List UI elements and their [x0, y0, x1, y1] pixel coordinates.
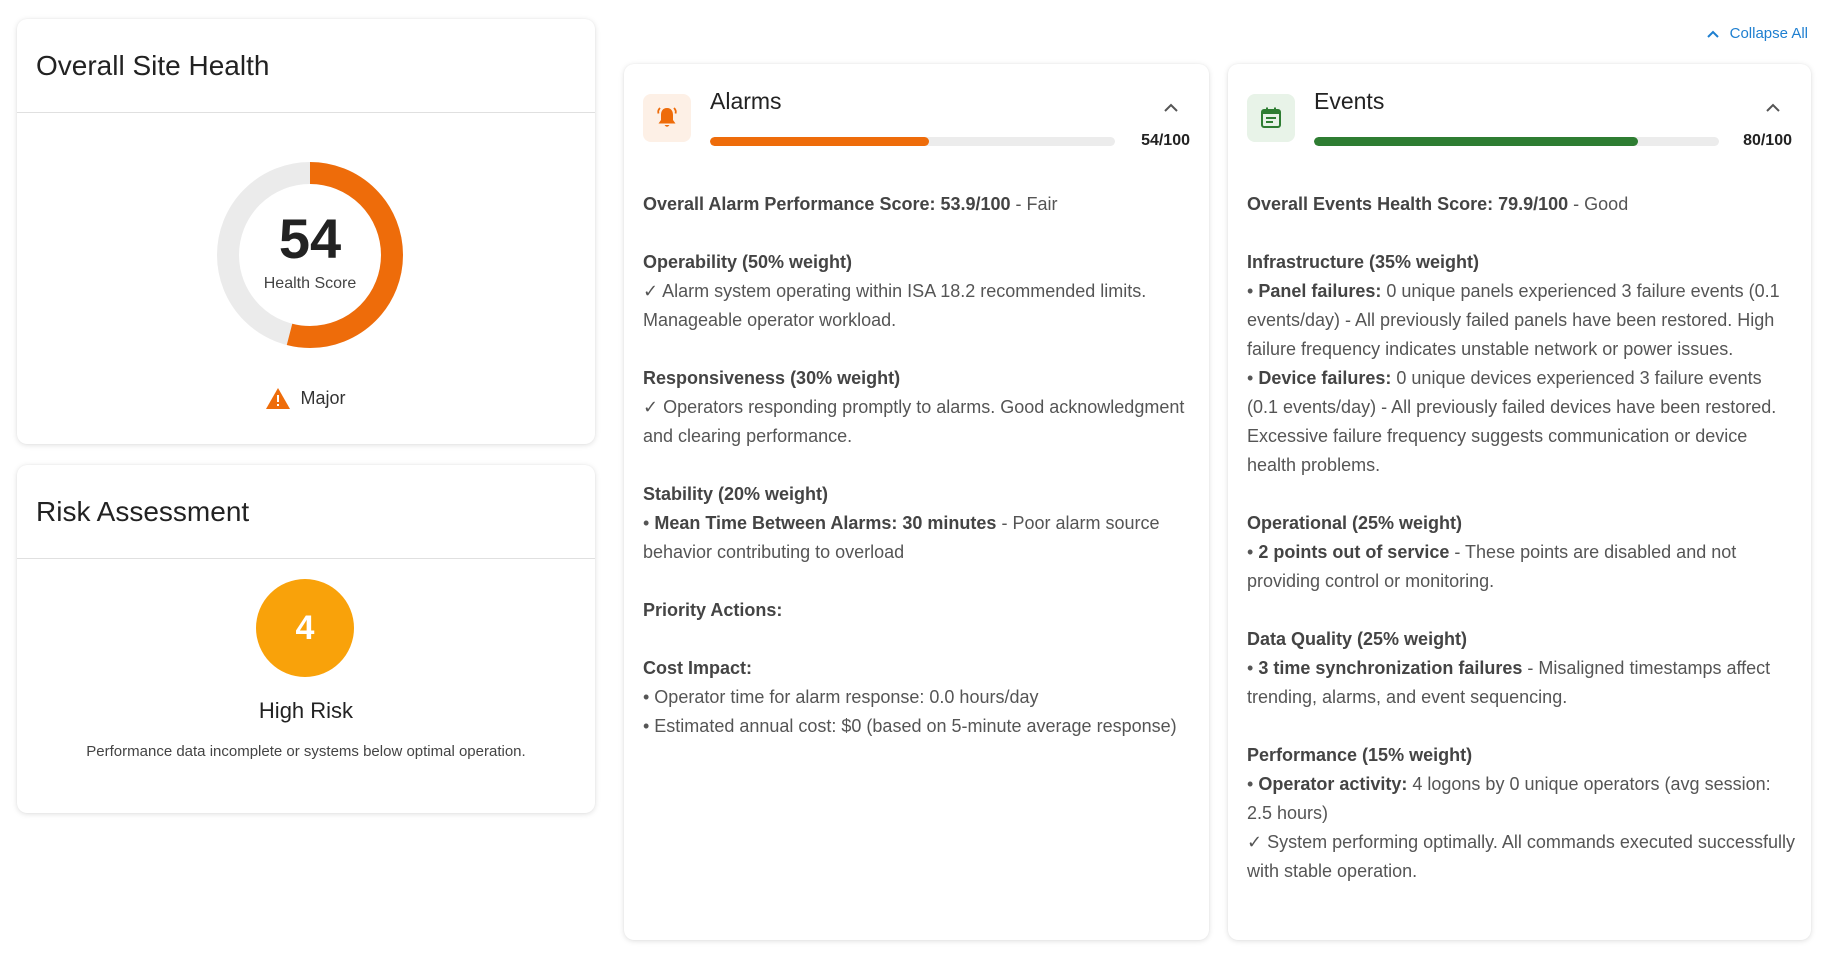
panel-failures-item: • Panel failures: 0 unique panels experi…: [1247, 281, 1780, 359]
cost-line-operator-time: • Operator time for alarm response: 0.0 …: [643, 687, 1039, 707]
alarms-progress-bar: [710, 137, 1115, 146]
risk-score-value: 4: [295, 608, 315, 647]
events-collapse-chevron-icon[interactable]: [1765, 101, 1781, 113]
events-icon-box: [1247, 94, 1295, 142]
performance-heading: Performance (15% weight): [1247, 745, 1473, 765]
stability-item: • Mean Time Between Alarms: 30 minutes -…: [643, 513, 1160, 562]
performance-status-text: ✓ System performing optimally. All comma…: [1247, 832, 1795, 881]
device-failures-item: • Device failures: 0 unique devices expe…: [1247, 368, 1777, 475]
operability-text: ✓ Alarm system operating within ISA 18.2…: [643, 281, 1147, 330]
time-sync-failures-item: • 3 time synchronization failures - Misa…: [1247, 658, 1771, 707]
collapse-all-label: Collapse All: [1729, 25, 1808, 42]
points-out-of-service-item: • 2 points out of service - These points…: [1247, 542, 1737, 591]
alarms-title: Alarms: [710, 88, 782, 114]
health-card-header: Overall Site Health: [17, 19, 595, 113]
events-summary: Overall Events Health Score: 79.9/100 - …: [1247, 194, 1629, 214]
data-quality-heading: Data Quality (25% weight): [1247, 629, 1468, 649]
risk-card-title: Risk Assessment: [36, 495, 250, 527]
health-card-title: Overall Site Health: [36, 49, 270, 81]
operator-activity-item: • Operator activity: 4 logons by 0 uniqu…: [1247, 774, 1771, 823]
bell-icon: [657, 107, 677, 127]
collapse-all-button[interactable]: Collapse All: [1706, 25, 1808, 42]
alarms-score: 54/100: [1141, 132, 1190, 149]
events-progress-bar: [1314, 137, 1719, 146]
responsiveness-text: ✓ Operators responding promptly to alarm…: [643, 397, 1185, 446]
alarms-summary: Overall Alarm Performance Score: 53.9/10…: [643, 194, 1058, 214]
operability-heading: Operability (50% weight): [643, 252, 853, 272]
events-progress-fill: [1314, 137, 1638, 146]
events-score: 80/100: [1743, 132, 1792, 149]
chevron-up-icon: [1706, 30, 1719, 38]
calendar-icon: [1261, 107, 1281, 128]
risk-assessment-card: Risk Assessment 4 High Risk Performance …: [17, 465, 595, 813]
events-card: Events 80/100 Overall Events Health Scor…: [1228, 64, 1811, 940]
infrastructure-heading: Infrastructure (35% weight): [1247, 252, 1480, 272]
events-title: Events: [1314, 88, 1385, 114]
responsiveness-heading: Responsiveness (30% weight): [643, 368, 901, 388]
cost-line-annual-cost: • Estimated annual cost: $0 (based on 5-…: [643, 716, 1177, 736]
priority-actions-heading: Priority Actions:: [643, 600, 783, 620]
stability-heading: Stability (20% weight): [643, 484, 829, 504]
alarms-progress-fill: [710, 137, 929, 146]
health-score-label: Health Score: [263, 275, 357, 292]
health-score-value: 54: [278, 207, 342, 270]
alarms-card: Alarms 54/100 Overall Alarm Performance …: [624, 64, 1209, 940]
events-details: Overall Events Health Score: 79.9/100 - …: [1247, 190, 1797, 886]
overall-site-health-card: Overall Site Health 54 Health Score Majo…: [17, 19, 595, 444]
health-score-gauge: 54 Health Score: [195, 140, 425, 370]
alarms-icon-box: [643, 94, 691, 142]
warning-triangle-icon: [266, 388, 291, 409]
risk-card-header: Risk Assessment: [17, 465, 595, 559]
severity-indicator: Major: [17, 388, 595, 409]
cost-impact-heading: Cost Impact:: [643, 658, 753, 678]
alarms-details: Overall Alarm Performance Score: 53.9/10…: [643, 190, 1195, 741]
alarms-collapse-chevron-icon[interactable]: [1163, 101, 1179, 113]
severity-label: Major: [300, 388, 346, 408]
gauge-center: 54 Health Score: [195, 140, 425, 370]
risk-level-label: High Risk: [258, 698, 354, 723]
operational-heading: Operational (25% weight): [1247, 513, 1463, 533]
risk-description: Performance data incomplete or systems b…: [86, 743, 526, 760]
risk-score-badge: 4: [256, 579, 354, 677]
